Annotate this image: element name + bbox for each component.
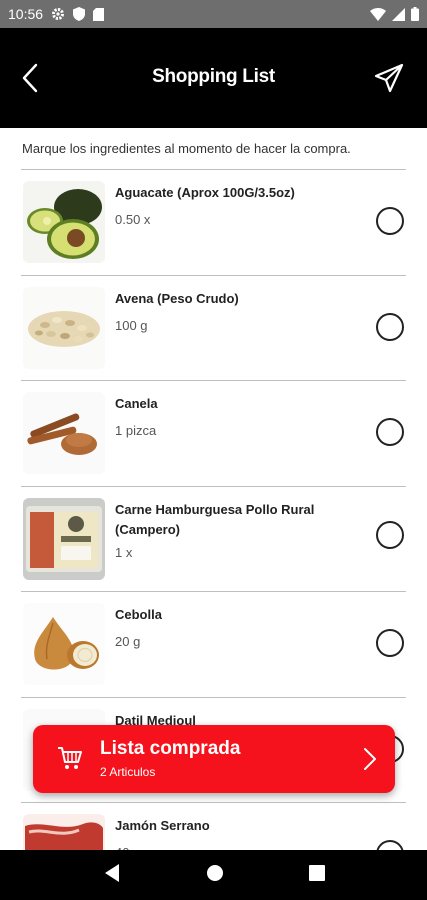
item-quantity: 1 pizca (115, 423, 157, 438)
list-item: Canela 1 pizca (21, 380, 406, 486)
avocado-image (23, 181, 105, 263)
list-item: Aguacate (Aprox 100G/3.5oz) 0.50 x (21, 169, 406, 275)
item-name: Carne Hamburguesa Pollo Rural (Campero) (115, 501, 315, 537)
nav-home-button[interactable] (206, 864, 224, 887)
sd-card-icon (93, 7, 105, 21)
item-name: Aguacate (Aprox 100G/3.5oz) (115, 185, 295, 200)
cinnamon-image (23, 392, 105, 474)
purchased-list-button[interactable]: Lista comprada 2 Articulos (33, 725, 395, 793)
send-button[interactable] (371, 60, 407, 96)
list-item: Avena (Peso Crudo) 100 g (21, 274, 406, 381)
nav-back-button[interactable] (103, 863, 121, 888)
cta-subtitle: 2 Articulos (100, 765, 156, 779)
circle-home-icon (206, 864, 223, 881)
oats-image (23, 286, 105, 369)
item-name: Cebolla (115, 607, 162, 622)
gear-icon (51, 7, 65, 21)
item-checkbox[interactable] (376, 418, 404, 446)
item-checkbox[interactable] (376, 312, 404, 341)
item-name: Canela (115, 396, 158, 411)
item-quantity: 20 g (115, 634, 141, 649)
onion-image (23, 603, 105, 685)
item-checkbox[interactable] (376, 207, 404, 235)
system-nav-bar (0, 850, 427, 900)
item-quantity: 0.50 x (115, 212, 151, 227)
nav-recents-button[interactable] (308, 864, 325, 886)
list-item: Carne Hamburguesa Pollo Rural (Campero) … (21, 485, 406, 592)
item-quantity: 1 x (115, 544, 133, 560)
list-item: Cebolla 20 g (21, 591, 406, 697)
item-name: Jamón Serrano (115, 818, 210, 833)
app-bar: Shopping List (0, 28, 427, 128)
status-time: 10:56 (8, 6, 44, 22)
item-name: Avena (Peso Crudo) (115, 290, 239, 306)
wifi-icon (370, 7, 386, 21)
chevron-right-icon (363, 747, 377, 776)
item-checkbox[interactable] (376, 629, 404, 657)
cta-title: Lista comprada (100, 738, 241, 759)
paper-plane-icon (374, 63, 404, 93)
instruction-text: Marque los ingredientes al momento de ha… (22, 141, 351, 156)
page-title: Shopping List (152, 66, 275, 87)
triangle-back-icon (104, 863, 119, 882)
square-recents-icon (308, 864, 325, 881)
shield-icon (73, 7, 86, 21)
shopping-cart-icon (57, 745, 83, 776)
signal-icon (392, 7, 405, 21)
item-checkbox[interactable] (376, 520, 404, 549)
burger-package-image (23, 497, 105, 580)
status-bar: 10:56 (0, 0, 427, 28)
battery-icon (411, 7, 419, 21)
item-quantity: 100 g (115, 317, 148, 333)
